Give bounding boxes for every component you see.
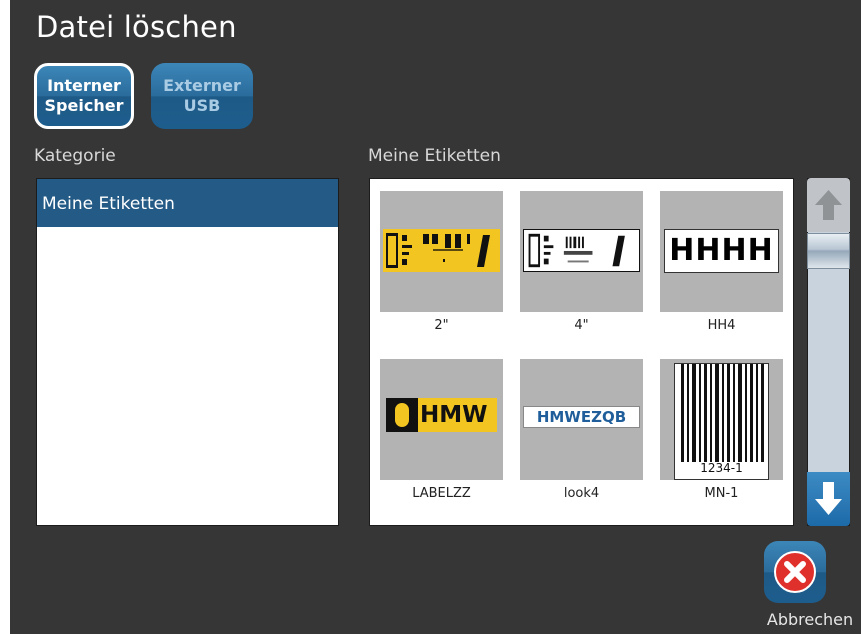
label-thumbnail: HMWEZQB [520, 359, 643, 480]
category-heading: Kategorie [34, 146, 116, 166]
cancel-button[interactable] [764, 541, 826, 603]
label-file-grid: 2" 4" HHHH HH4 HMW LABELZZ HMWEZQB look4… [380, 191, 792, 502]
arrow-up-icon [815, 190, 842, 220]
cancel-button-label: Abbrechen [766, 610, 854, 629]
category-list: Meine Etiketten [36, 178, 339, 526]
label-file-tile[interactable]: 1234-1 MN-1 [660, 359, 783, 502]
label-file-tile[interactable]: HMWEZQB look4 [520, 359, 643, 502]
label-file-tile[interactable]: 4" [520, 191, 643, 334]
internal-storage-label-line1: Interner [47, 76, 121, 95]
close-icon [774, 551, 816, 593]
arrow-down-icon [815, 482, 842, 515]
label-file-name: 4" [574, 318, 589, 333]
label-file-name: MN-1 [704, 486, 739, 501]
label-file-name: 2" [434, 318, 449, 333]
label-thumbnail [380, 191, 503, 312]
label-preview-text: HMW [420, 402, 488, 428]
scroll-down-button[interactable] [807, 472, 850, 526]
external-usb-button[interactable]: Externer USB [151, 63, 253, 129]
notice-label-preview [523, 229, 640, 272]
external-usb-label-line2: USB [183, 96, 221, 115]
label-tag-icon [386, 398, 418, 432]
external-usb-label-line1: Externer [163, 76, 241, 95]
label-thumbnail: HHHH [660, 191, 783, 312]
hmw-label-preview: HMW [386, 398, 497, 432]
label-thumbnail [520, 191, 643, 312]
label-preview-text: HHHH [664, 229, 779, 273]
label-file-tile[interactable]: HMW LABELZZ [380, 359, 503, 502]
internal-storage-button[interactable]: Interner Speicher [34, 63, 134, 129]
barcode-label-preview: 1234-1 [674, 363, 769, 480]
delete-file-screen: Datei löschen Interner Speicher Externer… [0, 0, 861, 634]
label-file-name: HH4 [707, 318, 736, 333]
label-file-tile[interactable]: 2" [380, 191, 503, 334]
notice-label-preview [383, 229, 500, 272]
label-thumbnail: 1234-1 [660, 359, 783, 480]
label-file-grid-panel: 2" 4" HHHH HH4 HMW LABELZZ HMWEZQB look4… [369, 178, 794, 526]
label-file-name: LABELZZ [412, 486, 471, 501]
page-title: Datei löschen [36, 10, 237, 44]
label-file-tile[interactable]: HHHH HH4 [660, 191, 783, 334]
label-preview-text: HMWEZQB [523, 406, 640, 428]
category-item-meine-etiketten[interactable]: Meine Etiketten [37, 179, 338, 227]
scroll-up-button[interactable] [807, 178, 850, 232]
label-thumbnail: HMW [380, 359, 503, 480]
barcode-value: 1234-1 [700, 461, 743, 475]
label-file-name: look4 [563, 486, 600, 501]
labels-heading: Meine Etiketten [368, 146, 501, 166]
scrollbar-thumb[interactable] [807, 233, 850, 269]
internal-storage-label-line2: Speicher [44, 96, 124, 115]
